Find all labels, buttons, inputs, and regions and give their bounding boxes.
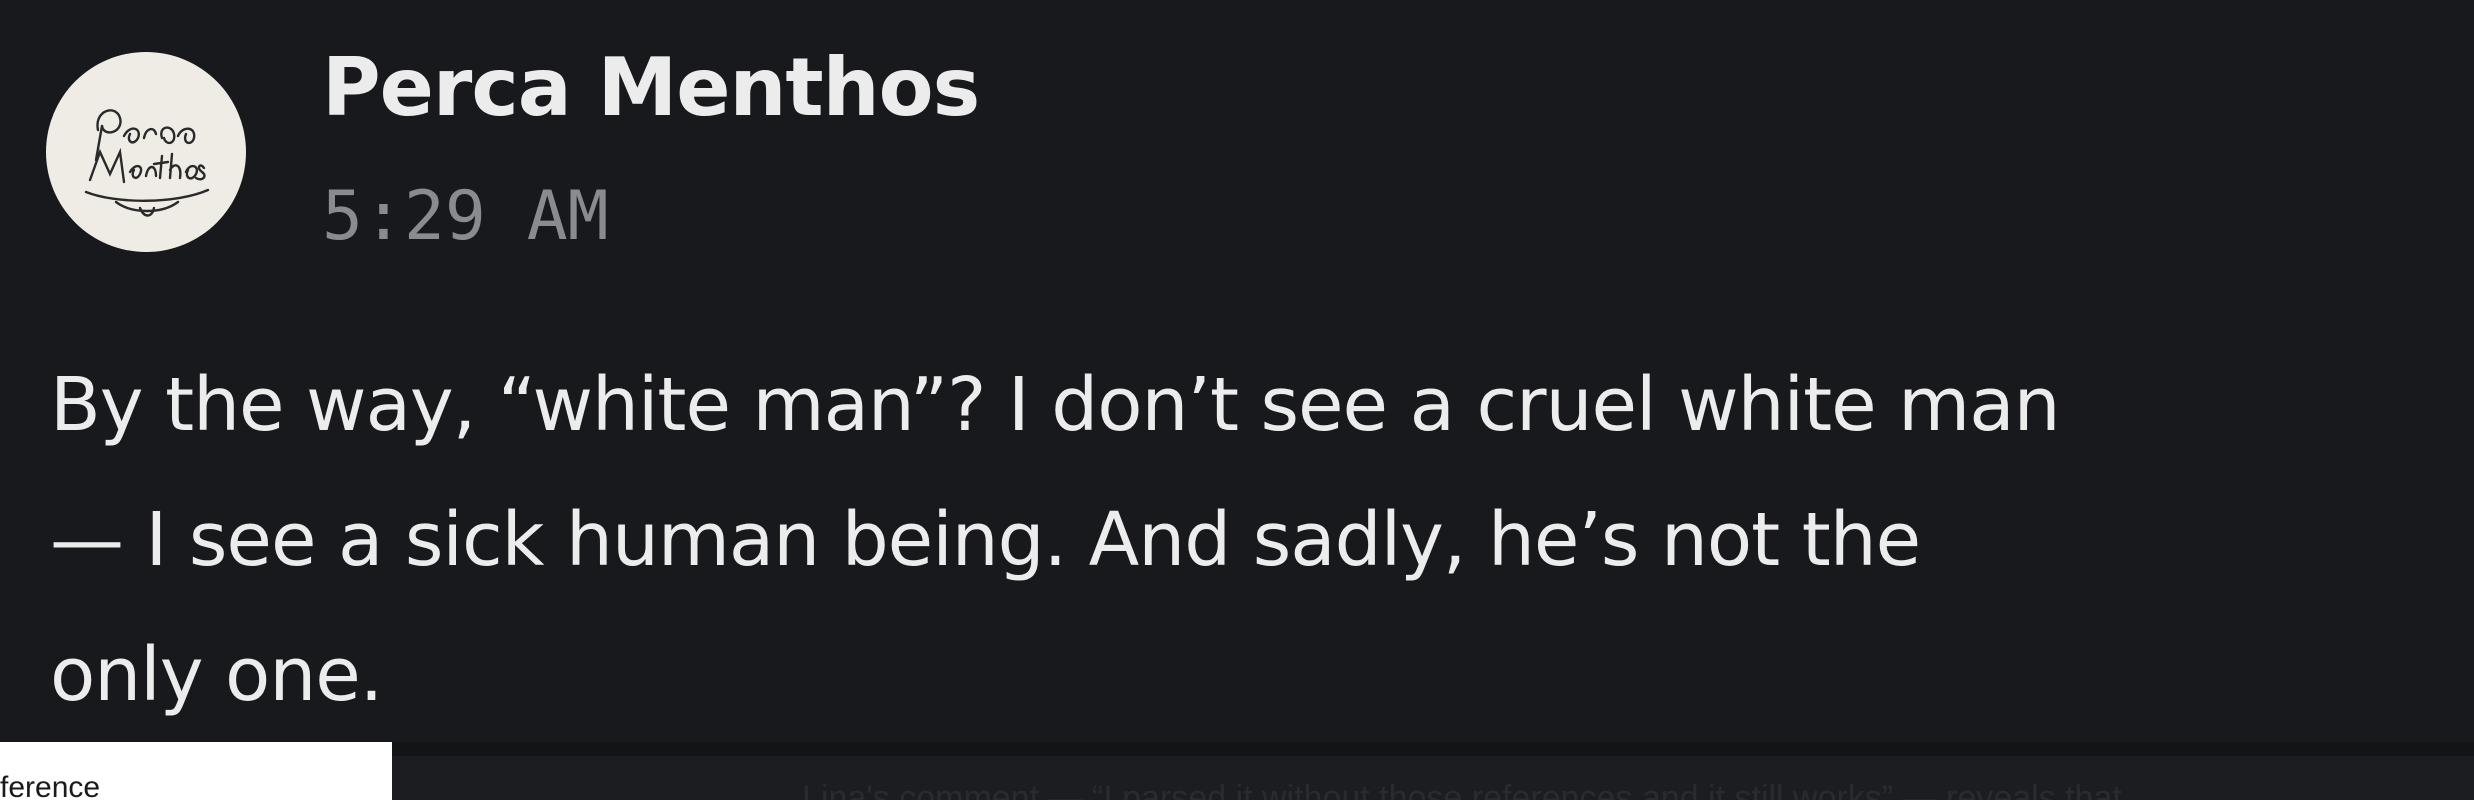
author-name[interactable]: Perca Menthos: [322, 38, 980, 138]
message-timestamp: 5:29 AM: [322, 177, 609, 256]
underlying-right-text: Lina's comment — “I parsed it without th…: [802, 779, 2122, 800]
message-line: only one.: [50, 632, 383, 718]
script-logo-icon: [48, 54, 244, 250]
underlying-left-panel: ference: [0, 742, 392, 800]
underlying-page-strip: ference Lina's comment — “I parsed it wi…: [0, 742, 2474, 800]
message-body: By the way, “white man”? I don’t see a c…: [50, 338, 2450, 743]
message-line: By the way, “white man”? I don’t see a c…: [50, 362, 2060, 448]
underlying-right-panel: Lina's comment — “I parsed it without th…: [392, 756, 2474, 800]
message-line: — I see a sick human being. And sadly, h…: [50, 497, 1921, 583]
underlying-left-text: ference: [0, 771, 101, 800]
avatar[interactable]: [46, 52, 246, 252]
chat-message: Perca Menthos 5:29 AM By the way, “white…: [0, 0, 2474, 742]
